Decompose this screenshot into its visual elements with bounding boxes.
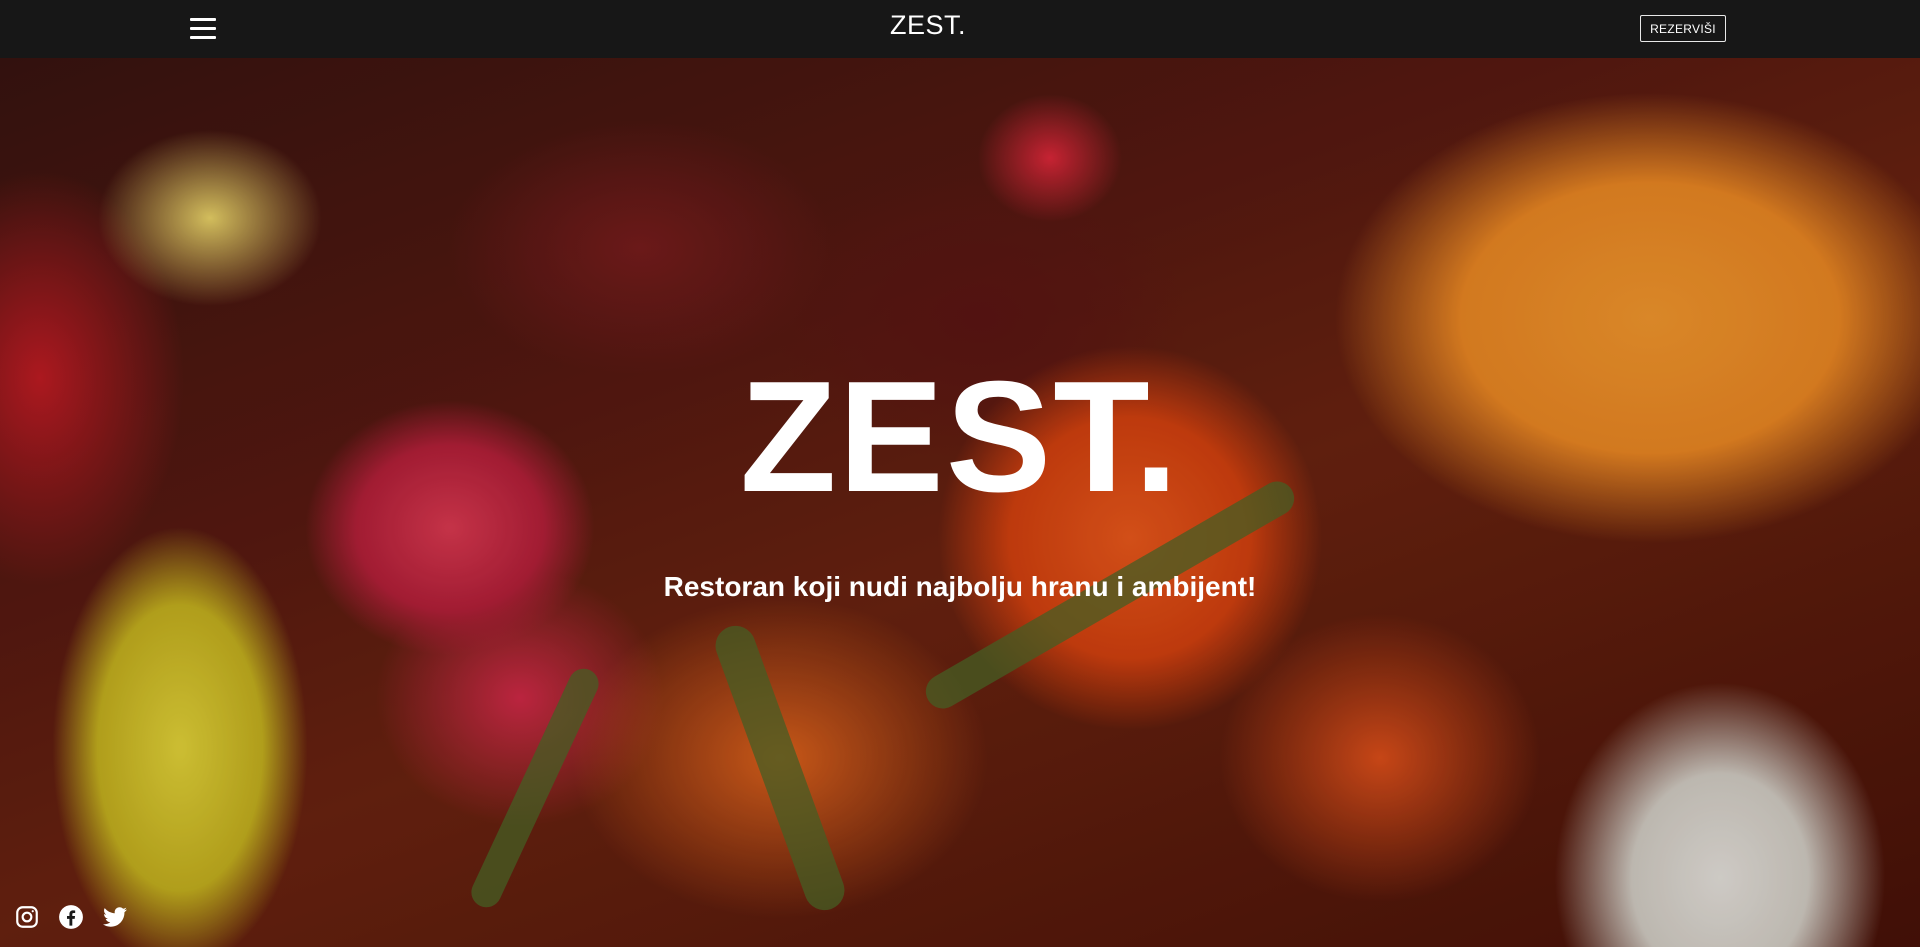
- hero-subtitle: Restoran koji nudi najbolju hranu i ambi…: [663, 571, 1257, 602]
- hero-background: ZEST. Restoran koji nudi najbolju hranu …: [0, 58, 1920, 947]
- instagram-icon[interactable]: [14, 904, 40, 930]
- top-navbar: ZEST. REZERVIŠI: [0, 0, 1920, 58]
- twitter-icon[interactable]: [102, 904, 128, 930]
- reserve-button[interactable]: REZERVIŠI: [1640, 15, 1726, 42]
- social-links: [14, 903, 128, 931]
- facebook-icon[interactable]: [58, 904, 84, 930]
- hero-title: ZEST.: [739, 349, 1181, 525]
- brand-logo[interactable]: ZEST.: [0, 10, 1856, 41]
